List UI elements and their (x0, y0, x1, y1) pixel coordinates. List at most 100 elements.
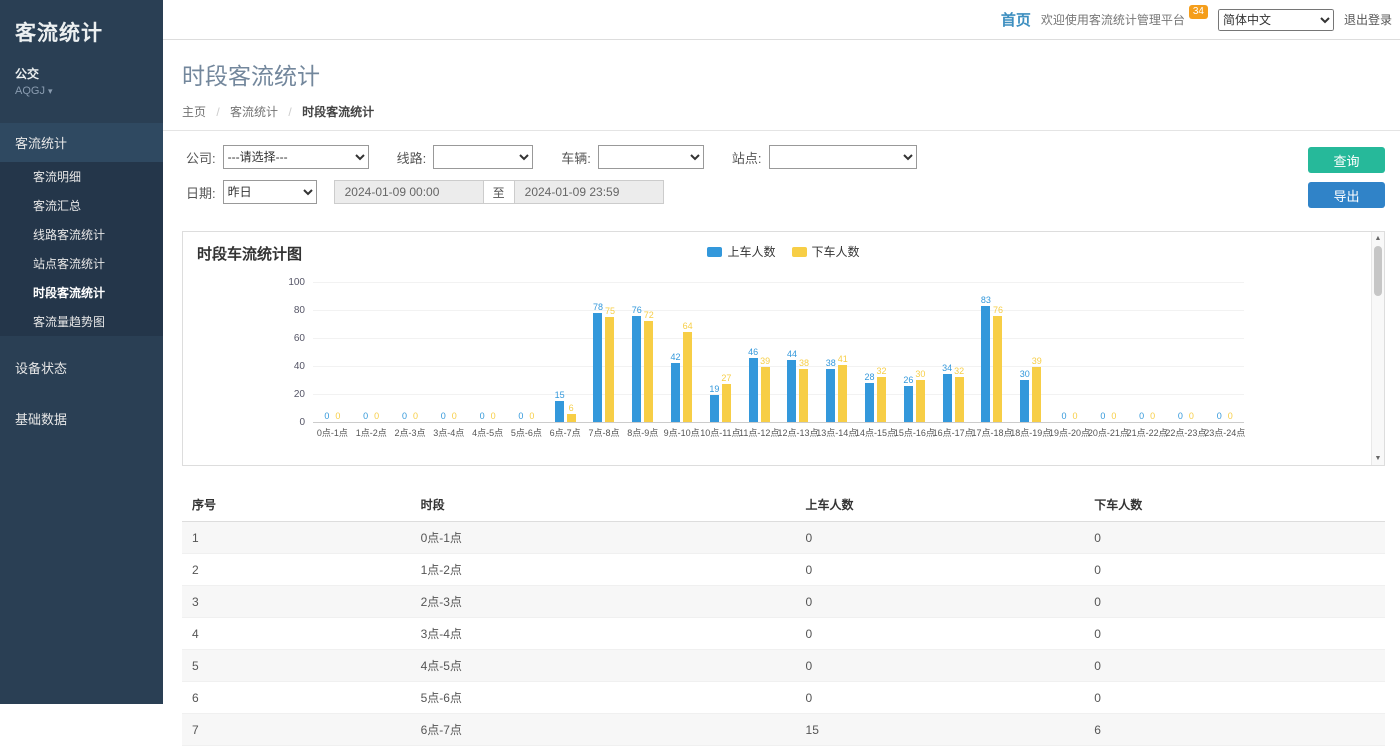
sidebar-menu: 客流统计客流明细客流汇总线路客流统计站点客流统计时段客流统计客流量趋势图设备状态… (0, 123, 163, 438)
breadcrumb-separator: / (216, 105, 219, 119)
table-cell: 0 (1084, 682, 1385, 714)
legend-item[interactable]: 上车人数 (707, 243, 775, 260)
sidebar-item[interactable]: 时段客流统计 (0, 278, 163, 307)
scroll-up-icon[interactable]: ▲ (1372, 232, 1384, 245)
breadcrumb-separator: / (288, 105, 291, 119)
bar-value-label: 19 (709, 384, 719, 394)
table-cell: 0 (1084, 586, 1385, 618)
bar (761, 367, 770, 422)
bar (671, 363, 680, 422)
legend-label: 下车人数 (812, 243, 860, 260)
bar-value-label: 34 (942, 363, 952, 373)
table-cell: 2点-3点 (411, 586, 796, 618)
home-link[interactable]: 首页 (1001, 9, 1031, 30)
query-button[interactable]: 查询 (1308, 147, 1385, 173)
passenger-table: 序号时段上车人数下车人数 10点-1点0021点-2点0032点-3点0043点… (182, 488, 1385, 746)
bar-value-label: 0 (1100, 411, 1105, 421)
bar (722, 384, 731, 422)
date-range-separator: 至 (484, 180, 514, 204)
sidebar-item[interactable]: 客流汇总 (0, 191, 163, 220)
x-axis-tick-label: 22点-23点 (1165, 426, 1206, 439)
bar (799, 369, 808, 422)
bar (710, 395, 719, 422)
bar (593, 313, 602, 422)
bar-value-label: 0 (363, 411, 368, 421)
bar-value-label: 38 (799, 358, 809, 368)
sidebar-item[interactable]: 设备状态 (0, 348, 163, 387)
table-cell: 0点-1点 (411, 522, 796, 554)
date-preset-select[interactable]: 昨日 (223, 180, 317, 204)
scrollbar-thumb[interactable] (1374, 246, 1382, 296)
bar-value-label: 30 (915, 369, 925, 379)
table-header-cell: 时段 (411, 488, 796, 522)
table-body: 10点-1点0021点-2点0032点-3点0043点-4点0054点-5点00… (182, 522, 1385, 746)
bar-value-label: 44 (787, 349, 797, 359)
company-label: 公司: (186, 148, 216, 167)
bars-row: 000点-1点001点-2点002点-3点003点-4点004点-5点005点-… (313, 282, 1244, 439)
language-select[interactable]: 简体中文 (1218, 9, 1334, 31)
bar-value-label: 83 (981, 295, 991, 305)
breadcrumb: 主页 / 客流统计 / 时段客流统计 (182, 103, 1385, 120)
bar-value-label: 75 (605, 306, 615, 316)
breadcrumb-section[interactable]: 客流统计 (230, 105, 278, 119)
bar-value-label: 0 (452, 411, 457, 421)
bar-value-label: 0 (1228, 411, 1233, 421)
sidebar-item[interactable]: 客流统计 (0, 123, 163, 162)
breadcrumb-home[interactable]: 主页 (182, 105, 206, 119)
date-to-input[interactable] (514, 180, 664, 204)
export-button[interactable]: 导出 (1308, 182, 1385, 208)
legend-swatch-icon (792, 247, 807, 257)
legend-item[interactable]: 下车人数 (792, 243, 860, 260)
legend-label: 上车人数 (727, 243, 775, 260)
sidebar-item[interactable]: 基础数据 (0, 399, 163, 438)
x-axis-tick-label: 20点-21点 (1088, 426, 1129, 439)
company-select[interactable]: ---请选择--- (223, 145, 369, 169)
x-axis-tick-label: 16点-17点 (933, 426, 974, 439)
bar (787, 360, 796, 422)
bar-value-label: 0 (518, 411, 523, 421)
bar-value-label: 0 (374, 411, 379, 421)
chart-bar-group: 263015点-16点 (895, 282, 934, 439)
chart-plot-area: 020406080100000点-1点001点-2点002点-3点003点-4点… (313, 282, 1244, 452)
table-cell: 3点-4点 (411, 618, 796, 650)
table-cell: 0 (796, 618, 1085, 650)
sidebar-item[interactable]: 线路客流统计 (0, 220, 163, 249)
bar (555, 401, 564, 422)
vehicle-select[interactable] (598, 145, 704, 169)
table-cell: 1 (182, 522, 411, 554)
x-axis-tick-label: 9点-10点 (664, 426, 700, 439)
table-header-cell: 下车人数 (1084, 488, 1385, 522)
scroll-down-icon[interactable]: ▼ (1372, 452, 1384, 465)
x-axis-tick-label: 21点-22点 (1127, 426, 1168, 439)
logout-link[interactable]: 退出登录 (1344, 11, 1392, 28)
chart-bar-group: 76728点-9点 (623, 282, 662, 439)
sidebar-item[interactable]: 站点客流统计 (0, 249, 163, 278)
bar (683, 332, 692, 422)
chart-scrollbar[interactable]: ▲ ▼ (1371, 232, 1384, 465)
table-row: 54点-5点00 (182, 650, 1385, 682)
bar-value-label: 0 (413, 411, 418, 421)
x-axis-tick-label: 4点-5点 (472, 426, 503, 439)
org-selector[interactable]: AQGJ▾ (0, 83, 163, 97)
table-cell: 4 (182, 618, 411, 650)
sidebar-item[interactable]: 客流量趋势图 (0, 307, 163, 336)
line-select[interactable] (433, 145, 533, 169)
x-axis-tick-label: 13点-14点 (816, 426, 857, 439)
station-label: 站点: (732, 148, 762, 167)
x-axis-tick-label: 17点-18点 (971, 426, 1012, 439)
table-header-cell: 序号 (182, 488, 411, 522)
date-from-input[interactable] (334, 180, 484, 204)
bar-value-label: 0 (1062, 411, 1067, 421)
bar-value-label: 0 (402, 411, 407, 421)
table-cell: 0 (796, 586, 1085, 618)
table-cell: 3 (182, 586, 411, 618)
notification-badge[interactable]: 34 (1189, 5, 1208, 19)
chevron-down-icon: ▾ (48, 86, 53, 96)
y-axis-tick-label: 100 (273, 277, 305, 288)
station-select[interactable] (769, 145, 917, 169)
sidebar-item[interactable]: 客流明细 (0, 162, 163, 191)
bar-value-label: 0 (491, 411, 496, 421)
main-area: 首页 欢迎使用客流统计管理平台 34 简体中文 退出登录 时段客流统计 主页 /… (163, 0, 1400, 704)
chart-bar-group: 002点-3点 (391, 282, 430, 439)
table-row: 32点-3点00 (182, 586, 1385, 618)
